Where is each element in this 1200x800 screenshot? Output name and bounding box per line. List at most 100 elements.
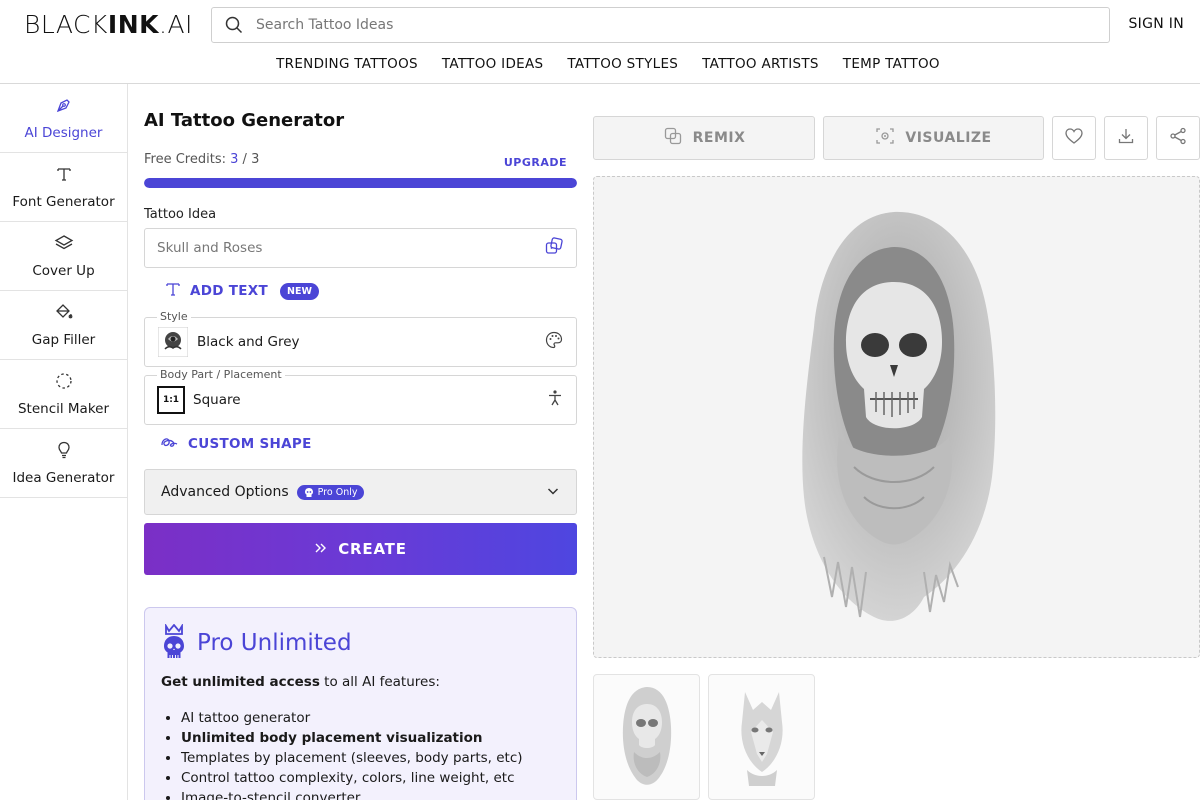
squiggle-shape-icon: [160, 433, 180, 455]
site-header: BLACKINK.AI SIGN IN TRENDING TATTOOS TAT…: [0, 0, 1200, 84]
paint-bucket-icon: [54, 302, 74, 326]
share-button[interactable]: [1156, 116, 1200, 160]
sidebar-item-cover-up[interactable]: Cover Up: [0, 222, 127, 291]
credits-progress-bar: [144, 178, 577, 188]
style-value: Black and Grey: [197, 334, 300, 350]
dashed-circle-icon: [54, 371, 74, 395]
sidebar-item-font-generator[interactable]: Font Generator: [0, 153, 127, 222]
visualize-button[interactable]: VISUALIZE: [823, 116, 1044, 160]
double-chevron-right-icon: [314, 540, 328, 559]
skull-thumbnail-image: [622, 687, 671, 785]
remix-icon: [663, 126, 683, 150]
nav-tattoo-styles[interactable]: TATTOO STYLES: [567, 56, 678, 72]
add-text-button[interactable]: ADD TEXT NEW: [164, 280, 319, 302]
nav-tattoo-artists[interactable]: TATTOO ARTISTS: [702, 56, 819, 72]
sidebar-item-idea-generator[interactable]: Idea Generator: [0, 429, 127, 498]
square-ratio-thumbnail: 1:1: [157, 386, 185, 414]
pro-intro-rest: to all AI features:: [319, 674, 440, 690]
custom-shape-label: CUSTOM SHAPE: [188, 436, 312, 452]
heart-icon: [1064, 127, 1084, 149]
history-thumbnail-wolf[interactable]: [708, 674, 815, 800]
list-item: Templates by placement (sleeves, body pa…: [181, 748, 523, 768]
text-icon: [54, 164, 74, 188]
credits-progress-fill: [144, 178, 577, 188]
placement-select[interactable]: Body Part / Placement 1:1 Square: [144, 368, 577, 425]
nav-tattoo-ideas[interactable]: TATTOO IDEAS: [442, 56, 544, 72]
advanced-options-label: Advanced Options: [161, 484, 289, 500]
body-figure-icon: [546, 389, 564, 411]
rose-style-thumbnail: [157, 326, 189, 358]
logo[interactable]: BLACKINK.AI: [24, 10, 193, 39]
add-text-label: ADD TEXT: [190, 283, 269, 299]
style-legend: Style: [157, 310, 191, 323]
sidebar-item-label: Gap Filler: [31, 332, 96, 348]
advanced-options-toggle[interactable]: Advanced Options Pro Only: [144, 469, 577, 515]
pro-only-label: Pro Only: [317, 486, 358, 498]
design-preview-canvas: [593, 176, 1200, 658]
tattoo-idea-placeholder: Skull and Roses: [157, 240, 263, 256]
create-button[interactable]: CREATE: [144, 523, 577, 575]
create-label: CREATE: [338, 540, 407, 558]
history-thumbnail-skull[interactable]: [593, 674, 700, 800]
search-bar[interactable]: [211, 7, 1110, 43]
search-icon: [212, 7, 256, 43]
favorite-button[interactable]: [1052, 116, 1096, 160]
download-icon: [1117, 127, 1135, 149]
wolf-thumbnail-image: [740, 692, 783, 786]
skull-crown-icon: [161, 622, 187, 666]
text-icon: [164, 280, 182, 302]
remix-button[interactable]: REMIX: [593, 116, 815, 160]
search-input[interactable]: [256, 17, 1109, 33]
hooded-skull-image: [802, 211, 996, 621]
credits-total: 3: [251, 152, 260, 167]
list-item: Unlimited body placement visualization: [181, 728, 523, 748]
tools-sidebar: AI Designer Font Generator Cover Up Gap …: [0, 84, 128, 800]
sidebar-item-label: Stencil Maker: [17, 401, 110, 417]
credits-text: Free Credits: 3 / 3: [144, 152, 259, 167]
tattoo-idea-label: Tattoo Idea: [144, 207, 217, 222]
pro-intro-bold: Get unlimited access: [161, 674, 320, 690]
pro-card-title: Pro Unlimited: [197, 630, 352, 656]
placement-legend: Body Part / Placement: [157, 368, 285, 381]
tattoo-idea-input[interactable]: Skull and Roses: [144, 228, 577, 268]
placement-value: Square: [193, 392, 241, 408]
sidebar-item-stencil-maker[interactable]: Stencil Maker: [0, 360, 127, 429]
chevron-down-icon: [546, 483, 560, 502]
new-badge: NEW: [280, 282, 319, 300]
nav-trending-tattoos[interactable]: TRENDING TATTOOS: [276, 56, 418, 72]
list-item: Image-to-stencil converter: [181, 788, 523, 800]
pro-unlimited-card: Pro Unlimited Get unlimited access to al…: [144, 607, 577, 800]
pro-card-intro: Get unlimited access to all AI features:: [161, 674, 440, 690]
list-item: Control tattoo complexity, colors, line …: [181, 768, 523, 788]
sidebar-item-label: Cover Up: [32, 263, 95, 279]
pen-tool-icon: [54, 95, 74, 119]
remix-label: REMIX: [692, 130, 746, 146]
palette-icon: [544, 330, 564, 354]
focus-eye-icon: [875, 126, 895, 150]
credits-label: Free Credits:: [144, 152, 226, 167]
visualize-label: VISUALIZE: [905, 130, 992, 146]
upgrade-link[interactable]: UPGRADE: [504, 156, 567, 169]
pro-feature-list: AI tattoo generator Unlimited body place…: [181, 708, 523, 800]
pro-only-badge: Pro Only: [296, 484, 365, 500]
sidebar-item-label: AI Designer: [24, 125, 103, 141]
credits-separator: /: [242, 152, 247, 167]
share-icon: [1169, 127, 1187, 149]
layers-icon: [54, 233, 74, 257]
skull-badge-icon: [304, 487, 313, 497]
sidebar-item-label: Font Generator: [12, 194, 115, 210]
sign-in-link[interactable]: SIGN IN: [1129, 16, 1185, 32]
style-select[interactable]: Style Black and Grey: [144, 310, 577, 367]
sidebar-item-ai-designer[interactable]: AI Designer: [0, 84, 127, 153]
custom-shape-button[interactable]: CUSTOM SHAPE: [160, 433, 312, 455]
list-item: AI tattoo generator: [181, 708, 523, 728]
sidebar-item-gap-filler[interactable]: Gap Filler: [0, 291, 127, 360]
download-button[interactable]: [1104, 116, 1148, 160]
top-nav: TRENDING TATTOOS TATTOO IDEAS TATTOO STY…: [0, 56, 1200, 72]
credits-used: 3: [230, 152, 239, 167]
lightbulb-icon: [54, 440, 74, 464]
sidebar-item-label: Idea Generator: [12, 470, 115, 486]
ratio-label: 1:1: [162, 395, 180, 405]
nav-temp-tattoo[interactable]: TEMP TATTOO: [843, 56, 940, 72]
random-dice-icon[interactable]: [544, 236, 564, 260]
